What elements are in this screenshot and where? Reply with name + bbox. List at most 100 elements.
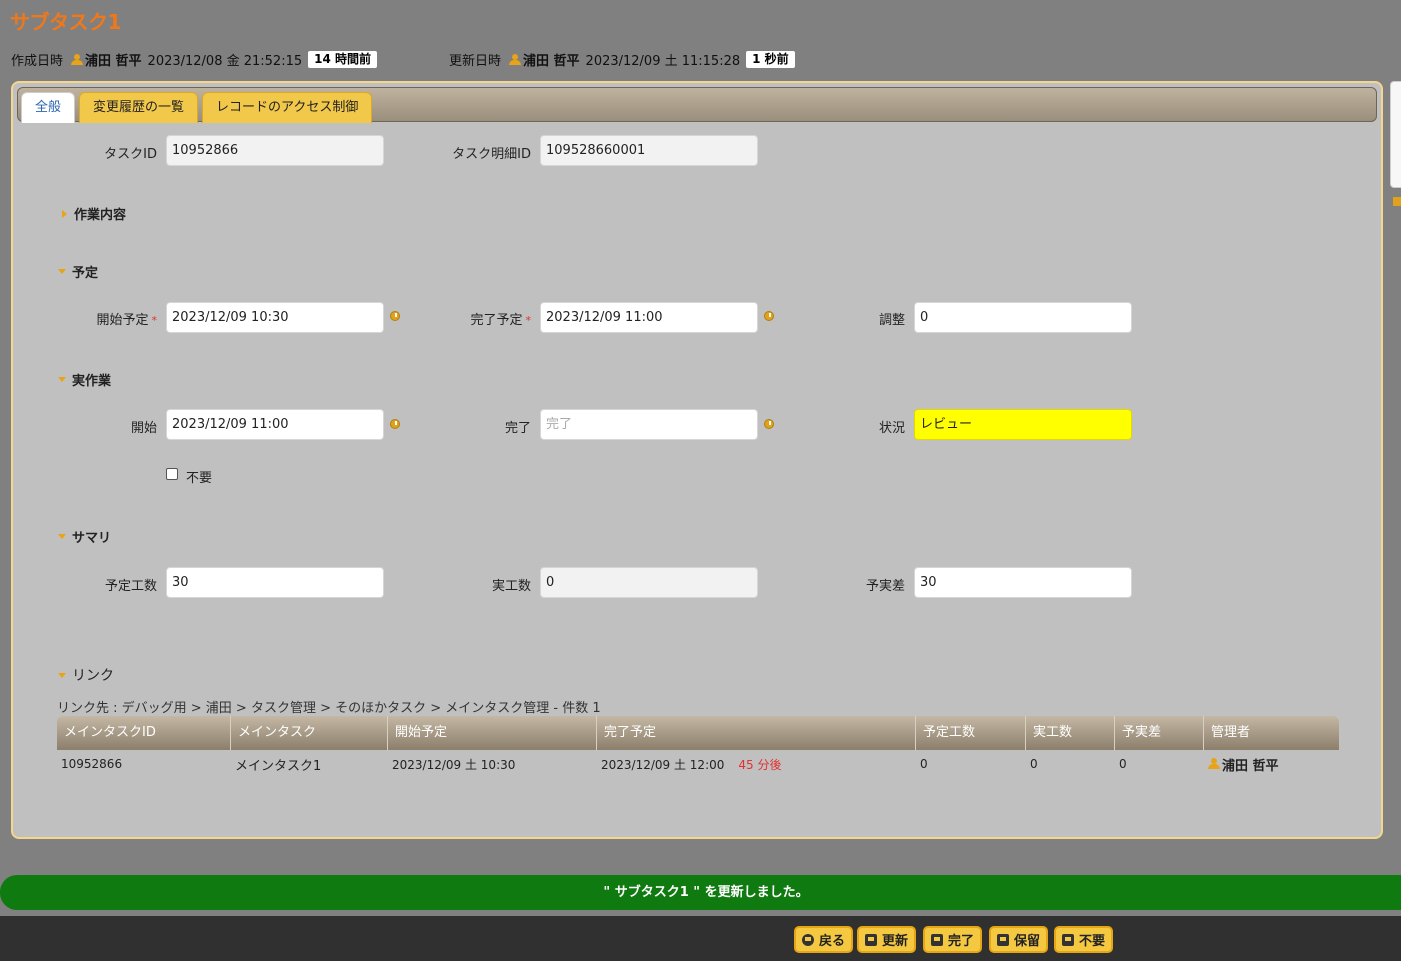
created-ago-badge: 14 時間前 [308, 51, 378, 68]
cell-main-task[interactable]: メインタスク1 [231, 755, 388, 774]
table-row[interactable]: 10952866 メインタスク1 2023/12/09 土 10:30 2023… [57, 751, 1339, 777]
user-icon [509, 53, 522, 66]
created-date: 2023/12/08 金 21:52:15 [147, 54, 303, 69]
col-manager[interactable]: 管理者 [1204, 716, 1339, 750]
expand-icon [62, 209, 67, 218]
section-actual-label: 実作業 [72, 374, 112, 389]
section-summary-label: サマリ [72, 531, 112, 546]
collapse-icon [58, 269, 66, 274]
save-icon [865, 933, 877, 946]
planned-hours-input[interactable]: 30 [166, 567, 384, 598]
cell-end-plan: 2023/12/09 土 12:00 45 分後 [597, 756, 916, 773]
plan-end-label-text: 完了予定 [470, 313, 523, 328]
plan-end-input[interactable]: 2023/12/09 11:00 [540, 302, 758, 333]
col-actual-hours[interactable]: 実工数 [1026, 716, 1115, 750]
cell-end-relative: 45 分後 [738, 757, 782, 772]
created-label: 作成日時 [11, 54, 64, 69]
created-meta: 作成日時 浦田 哲平 2023/12/08 金 21:52:15 14 時間前 [11, 50, 378, 69]
save-icon [931, 933, 943, 946]
actual-end-label: 完了 [504, 421, 531, 436]
col-main-task[interactable]: メインタスク [231, 716, 388, 750]
collapse-icon [58, 672, 66, 678]
task-id-field[interactable]: 10952866 [166, 135, 384, 166]
status-select[interactable]: レビュー [914, 409, 1132, 440]
created-user[interactable]: 浦田 哲平 [71, 50, 142, 69]
diff-label: 予実差 [865, 579, 905, 594]
user-icon [1208, 758, 1220, 770]
clock-icon[interactable] [390, 419, 400, 429]
section-actual[interactable]: 実作業 [58, 370, 111, 389]
hold-button[interactable]: 保留 [989, 926, 1049, 953]
section-summary[interactable]: サマリ [58, 527, 111, 546]
plan-start-input[interactable]: 2023/12/09 10:30 [166, 302, 384, 333]
table-header: メインタスクID メインタスク 開始予定 完了予定 予定工数 実工数 予実差 管… [57, 716, 1339, 750]
task-detail-id-label: タスク明細ID [452, 147, 531, 162]
tab-change-history[interactable]: 変更履歴の一覧 [79, 92, 199, 123]
collapse-icon [58, 534, 66, 539]
link-breadcrumb: リンク先 : デバッグ用 > 浦田 > タスク管理 > そのほかタスク > メイ… [57, 701, 601, 716]
cell-actual-hours: 0 [1030, 757, 1038, 771]
updated-user-name: 浦田 哲平 [523, 54, 580, 69]
cell-start-plan: 2023/12/09 土 10:30 [392, 757, 516, 772]
col-diff[interactable]: 予実差 [1115, 716, 1204, 750]
save-icon [1062, 933, 1074, 946]
col-main-task-id[interactable]: メインタスクID [57, 716, 231, 750]
cell-planned-hours: 0 [920, 757, 928, 771]
cell-manager-name: 浦田 哲平 [1222, 758, 1279, 774]
col-planned-hours[interactable]: 予定工数 [916, 716, 1026, 750]
updated-user[interactable]: 浦田 哲平 [509, 50, 580, 69]
col-start-plan[interactable]: 開始予定 [388, 716, 597, 750]
required-mark: * [525, 314, 532, 327]
clock-icon[interactable] [764, 311, 774, 321]
complete-button[interactable]: 完了 [923, 926, 983, 953]
updated-date: 2023/12/09 土 11:15:28 [585, 54, 741, 69]
footer-bar [0, 916, 1401, 961]
actual-start-label: 開始 [130, 421, 157, 436]
unneeded-checkbox[interactable] [166, 468, 178, 480]
unneeded-button-label: 不要 [1079, 934, 1106, 949]
section-plan[interactable]: 予定 [58, 262, 98, 281]
user-icon [71, 53, 84, 66]
save-icon [997, 933, 1009, 946]
task-id-label: タスクID [104, 147, 157, 162]
actual-start-input[interactable]: 2023/12/09 11:00 [166, 409, 384, 440]
clock-icon[interactable] [390, 311, 400, 321]
actual-end-input[interactable]: 完了 [540, 409, 758, 440]
tab-general[interactable]: 全般 [21, 92, 76, 123]
section-work-content[interactable]: 作業内容 [62, 204, 126, 223]
col-end-plan[interactable]: 完了予定 [597, 716, 916, 750]
cell-manager[interactable]: 浦田 哲平 [1204, 755, 1339, 774]
status-label: 状況 [878, 421, 905, 436]
section-link[interactable]: リンク [58, 665, 114, 685]
diff-input[interactable]: 30 [914, 567, 1132, 598]
update-button[interactable]: 更新 [857, 926, 917, 953]
actual-hours-field[interactable]: 0 [540, 567, 758, 598]
unneeded-button[interactable]: 不要 [1054, 926, 1114, 953]
hold-button-label: 保留 [1014, 934, 1041, 949]
section-link-label: リンク [72, 668, 114, 684]
adjust-label: 調整 [878, 313, 905, 328]
collapse-icon [58, 377, 66, 382]
back-button[interactable]: 戻る [794, 926, 854, 953]
cell-diff: 0 [1119, 757, 1127, 771]
task-detail-id-field[interactable]: 109528660001 [540, 135, 758, 166]
side-panel-handle[interactable] [1390, 81, 1401, 188]
cell-main-task-id[interactable]: 10952866 [57, 757, 231, 771]
created-user-name: 浦田 哲平 [85, 54, 142, 69]
tab-access-control[interactable]: レコードのアクセス制御 [202, 92, 373, 123]
link-table: メインタスクID メインタスク 開始予定 完了予定 予定工数 実工数 予実差 管… [57, 716, 1339, 777]
section-work-label: 作業内容 [74, 208, 127, 223]
adjust-input[interactable]: 0 [914, 302, 1132, 333]
plan-end-label: 完了予定 * [430, 309, 531, 328]
updated-meta: 更新日時 浦田 哲平 2023/12/09 土 11:15:28 1 秒前 [449, 50, 795, 69]
actual-hours-label: 実工数 [491, 579, 531, 594]
unneeded-label: 不要 [186, 471, 213, 486]
plan-start-label: 開始予定 * [60, 309, 157, 328]
planned-hours-label: 予定工数 [104, 579, 157, 594]
back-button-label: 戻る [819, 934, 846, 949]
updated-label: 更新日時 [449, 54, 502, 69]
updated-ago-badge: 1 秒前 [746, 51, 795, 68]
lock-icon [1393, 197, 1401, 206]
tab-bar: 全般 変更履歴の一覧 レコードのアクセス制御 [17, 87, 1377, 123]
clock-icon[interactable] [764, 419, 774, 429]
